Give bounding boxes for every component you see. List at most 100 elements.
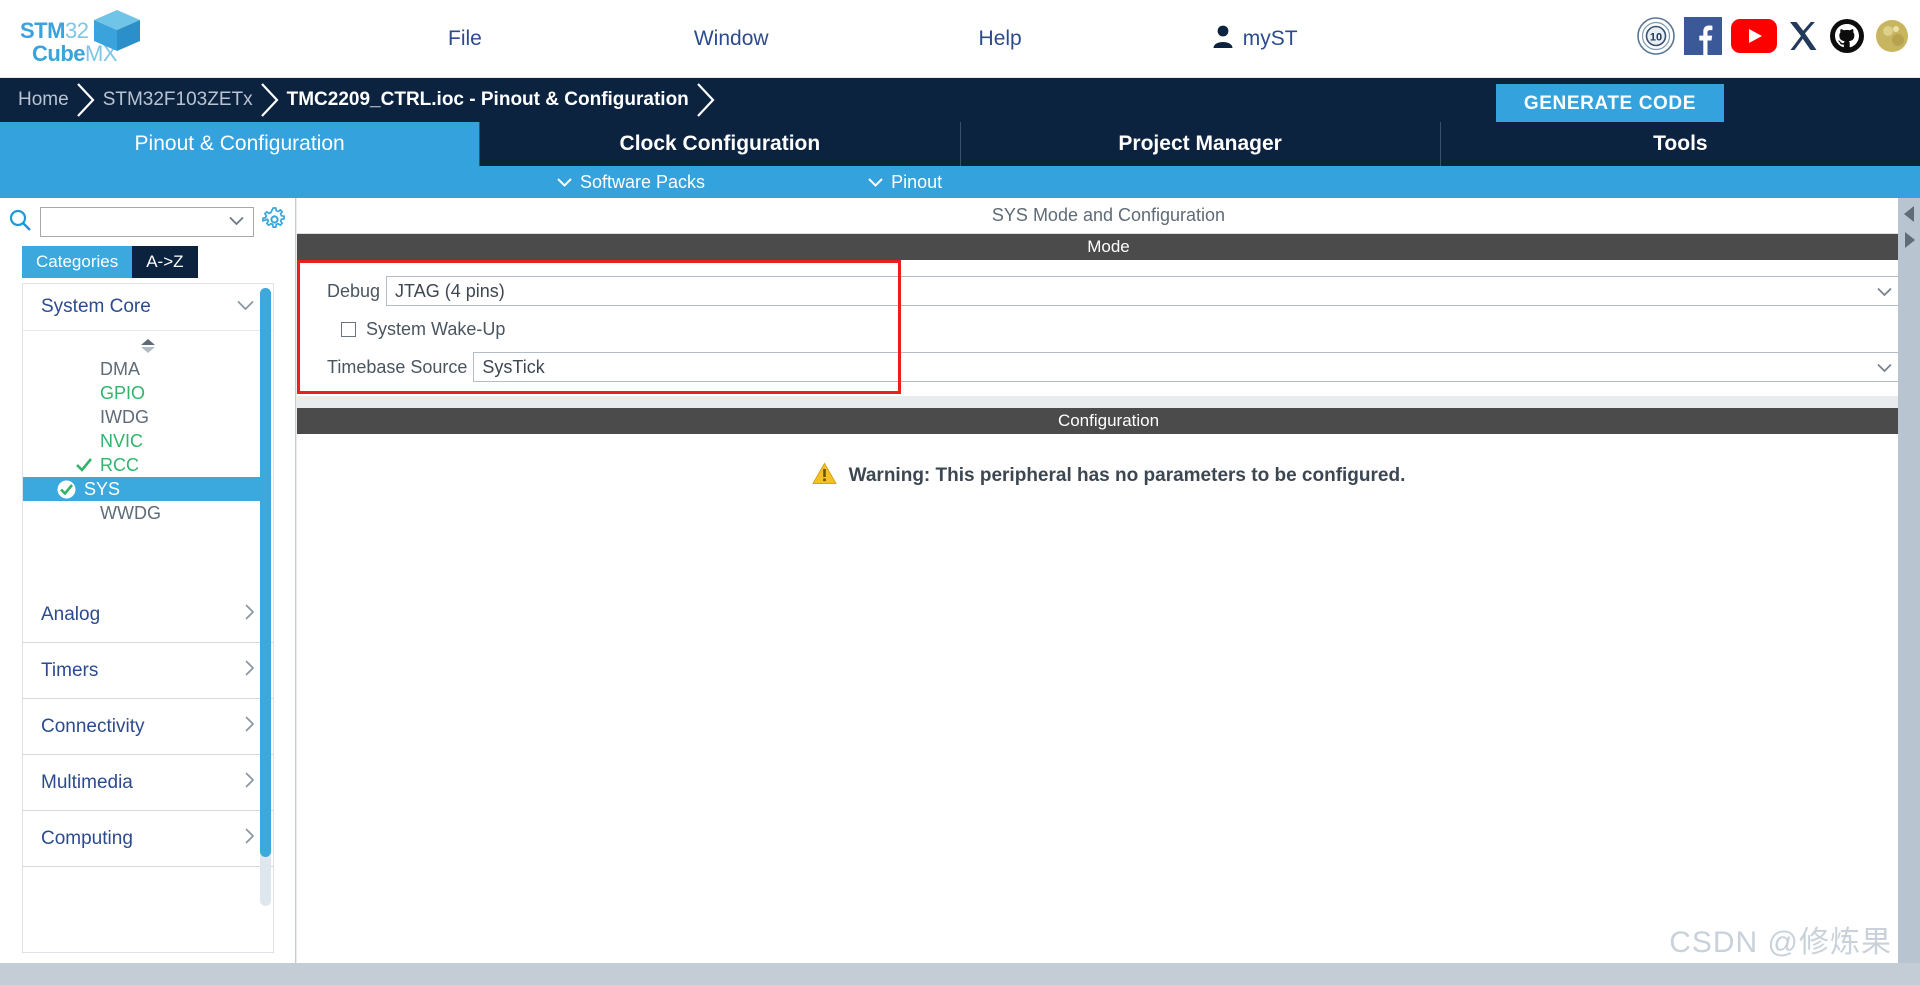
configuration-panel: SYS Mode and Configuration Mode Debug JT… bbox=[297, 198, 1920, 963]
check-slot bbox=[75, 432, 93, 450]
logo-stm-text: STM bbox=[20, 17, 65, 43]
category-timers-label: Timers bbox=[41, 659, 99, 681]
tab-project-manager[interactable]: Project Manager bbox=[961, 122, 1441, 166]
check-slot bbox=[75, 360, 93, 378]
user-icon bbox=[1212, 24, 1234, 53]
category-analog[interactable]: Analog bbox=[23, 587, 273, 643]
category-connectivity[interactable]: Connectivity bbox=[23, 699, 273, 755]
wikipedia-icon[interactable] bbox=[1874, 18, 1910, 59]
warning-triangle-icon bbox=[811, 462, 837, 490]
system-wakeup-checkbox[interactable] bbox=[341, 321, 356, 337]
timebase-dropdown[interactable]: SysTick bbox=[473, 352, 1902, 382]
main-body: Categories A->Z System Core DMA GPIO IWD… bbox=[0, 198, 1920, 985]
peripheral-label-rcc: RCC bbox=[100, 454, 139, 475]
peripheral-item-sys[interactable]: SYS bbox=[23, 477, 263, 501]
category-multimedia[interactable]: Multimedia bbox=[23, 755, 273, 811]
peripheral-item-gpio[interactable]: GPIO bbox=[23, 381, 273, 405]
sidebar-scrollbar[interactable] bbox=[260, 288, 271, 906]
peripheral-sidebar: Categories A->Z System Core DMA GPIO IWD… bbox=[0, 198, 296, 963]
breadcrumb-item-mcu[interactable]: STM32F103ZETx bbox=[103, 89, 253, 111]
check-slot bbox=[75, 408, 93, 426]
breadcrumb-item-current[interactable]: TMC2209_CTRL.ioc - Pinout & Configuratio… bbox=[287, 89, 689, 111]
menu-file[interactable]: File bbox=[438, 21, 492, 57]
timebase-value: SysTick bbox=[482, 356, 545, 377]
breadcrumb-chevron-icon bbox=[69, 78, 103, 122]
logo-cube-text: Cube bbox=[32, 40, 86, 66]
chevron-down-icon-search[interactable] bbox=[228, 213, 245, 231]
bottom-status-strip bbox=[0, 963, 1920, 985]
software-packs-label: Software Packs bbox=[580, 171, 706, 192]
timebase-row: Timebase Source SysTick bbox=[297, 348, 1920, 386]
category-timers[interactable]: Timers bbox=[23, 643, 273, 699]
chevron-down-icon-debug bbox=[1876, 281, 1893, 302]
breadcrumb-chevron-icon-2 bbox=[253, 78, 287, 122]
chevron-right-icon-analog bbox=[243, 603, 255, 626]
top-menu-bar: STM32 CubeMX File Window Help myST 10 bbox=[0, 0, 1920, 78]
debug-value: JTAG (4 pins) bbox=[395, 280, 505, 301]
checkmark-icon bbox=[75, 456, 93, 474]
chevron-right-icon-timers bbox=[243, 659, 255, 682]
peripheral-item-rcc[interactable]: RCC bbox=[23, 453, 273, 477]
peripheral-item-dma[interactable]: DMA bbox=[23, 357, 273, 381]
scrollbar-thumb[interactable] bbox=[260, 288, 271, 857]
pinout-menu[interactable]: Pinout bbox=[867, 172, 942, 193]
facebook-icon[interactable] bbox=[1684, 17, 1722, 60]
collapse-right-icon[interactable] bbox=[1902, 230, 1917, 255]
category-multimedia-label: Multimedia bbox=[41, 771, 133, 793]
social-links: 10 bbox=[1637, 17, 1910, 60]
group-system-core[interactable]: System Core bbox=[23, 284, 273, 331]
peripheral-label-gpio: GPIO bbox=[100, 382, 146, 403]
tab-pinout-configuration[interactable]: Pinout & Configuration bbox=[0, 122, 481, 166]
check-slot bbox=[75, 504, 93, 522]
peripheral-category-list: System Core DMA GPIO IWDG NVIC RCC SYS W… bbox=[22, 283, 274, 953]
chevron-down-icon-system-core bbox=[236, 298, 255, 316]
peripheral-item-wwdg[interactable]: WWDG bbox=[23, 501, 273, 525]
sidebar-search-row bbox=[0, 198, 295, 240]
category-computing[interactable]: Computing bbox=[23, 811, 273, 867]
search-input[interactable] bbox=[40, 207, 254, 237]
pinout-label: Pinout bbox=[891, 171, 943, 192]
myst-label: myST bbox=[1242, 26, 1298, 50]
menu-window[interactable]: Window bbox=[684, 21, 779, 57]
timebase-label: Timebase Source bbox=[327, 356, 468, 377]
peripheral-item-nvic[interactable]: NVIC bbox=[23, 429, 273, 453]
tab-categories[interactable]: Categories bbox=[22, 246, 133, 278]
myst-account-button[interactable]: myST bbox=[1212, 24, 1298, 53]
chevron-right-icon-multimedia bbox=[243, 771, 255, 794]
debug-dropdown[interactable]: JTAG (4 pins) bbox=[386, 276, 1902, 306]
warning-text: Warning: This peripheral has no paramete… bbox=[848, 465, 1406, 486]
configuration-section-header: Configuration bbox=[297, 408, 1920, 434]
tab-tools[interactable]: Tools bbox=[1441, 122, 1920, 166]
x-twitter-icon[interactable] bbox=[1786, 19, 1820, 58]
tab-a-to-z[interactable]: A->Z bbox=[132, 246, 198, 278]
chevron-down-icon-timebase bbox=[1876, 357, 1893, 378]
collapse-left-icon[interactable] bbox=[1902, 204, 1917, 229]
youtube-icon[interactable] bbox=[1731, 19, 1777, 58]
peripheral-label-wwdg: WWDG bbox=[100, 502, 161, 523]
breadcrumb-item-home[interactable]: Home bbox=[18, 89, 69, 111]
stm32cubemx-logo: STM32 CubeMX bbox=[10, 4, 160, 74]
software-packs-menu[interactable]: Software Packs bbox=[556, 172, 705, 193]
chevron-down-icon bbox=[556, 172, 573, 193]
peripheral-item-iwdg[interactable]: IWDG bbox=[23, 405, 273, 429]
logo-32-text: 32 bbox=[64, 17, 89, 43]
peripheral-label-nvic: NVIC bbox=[100, 430, 144, 451]
gear-icon[interactable] bbox=[262, 207, 287, 237]
right-scroll-rail[interactable] bbox=[1898, 198, 1920, 963]
ten-years-badge-icon[interactable]: 10 bbox=[1637, 17, 1675, 60]
sub-tool-bar: Software Packs Pinout bbox=[0, 166, 1920, 198]
list-spinner-control[interactable] bbox=[23, 331, 273, 357]
generate-code-button[interactable]: GENERATE CODE bbox=[1495, 84, 1724, 124]
search-icon[interactable] bbox=[8, 208, 32, 237]
debug-label: Debug bbox=[327, 280, 381, 301]
menu-help[interactable]: Help bbox=[969, 21, 1032, 57]
svg-text:10: 10 bbox=[1650, 32, 1662, 44]
chevron-right-icon-connectivity bbox=[243, 715, 255, 738]
system-wakeup-row: System Wake-Up bbox=[297, 310, 1920, 348]
tab-clock-configuration[interactable]: Clock Configuration bbox=[480, 122, 961, 166]
warning-row: Warning: This peripheral has no paramete… bbox=[297, 434, 1920, 490]
check-slot bbox=[75, 384, 93, 402]
sidebar-view-tabs: Categories A->Z bbox=[22, 246, 295, 278]
github-icon[interactable] bbox=[1829, 18, 1865, 59]
stm32cubemx-window: STM32 CubeMX File Window Help myST 10 Ho… bbox=[0, 0, 1920, 985]
